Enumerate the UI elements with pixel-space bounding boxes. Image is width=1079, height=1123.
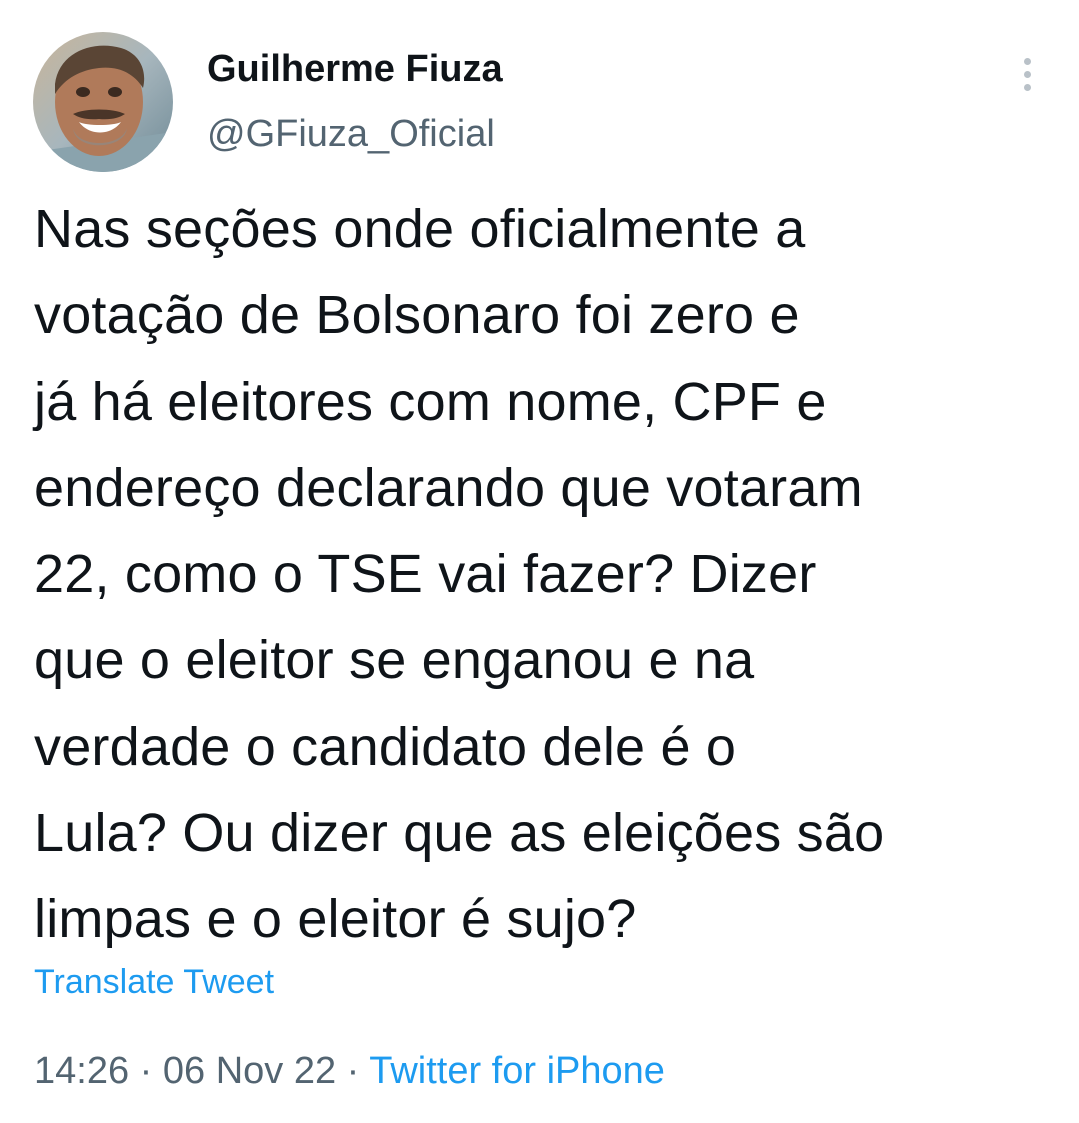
more-vertical-icon-dot bbox=[1024, 71, 1031, 78]
tweet-text: Nas seções onde oficialmente a votação d… bbox=[34, 199, 885, 950]
tweet-time[interactable]: 14:26 bbox=[34, 1050, 129, 1092]
user-handle[interactable]: @GFiuza_Oficial bbox=[207, 113, 495, 156]
more-vertical-icon bbox=[1024, 58, 1031, 65]
tweet-source-link[interactable]: Twitter for iPhone bbox=[369, 1050, 665, 1092]
tweet-metadata: 14:26 · 06 Nov 22 · Twitter for iPhone bbox=[34, 1050, 665, 1093]
tweet-date[interactable]: 06 Nov 22 bbox=[163, 1050, 336, 1092]
avatar[interactable] bbox=[33, 32, 173, 172]
separator: · bbox=[139, 1050, 153, 1092]
separator: · bbox=[346, 1050, 360, 1092]
more-options-button[interactable] bbox=[1008, 52, 1048, 96]
more-vertical-icon-dot bbox=[1024, 84, 1031, 91]
translate-tweet-link[interactable]: Translate Tweet bbox=[34, 963, 274, 1002]
display-name[interactable]: Guilherme Fiuza bbox=[207, 48, 503, 91]
tweet-card: Guilherme Fiuza @GFiuza_Oficial Nas seçõ… bbox=[0, 0, 1079, 1123]
profile-photo-icon bbox=[33, 32, 173, 172]
